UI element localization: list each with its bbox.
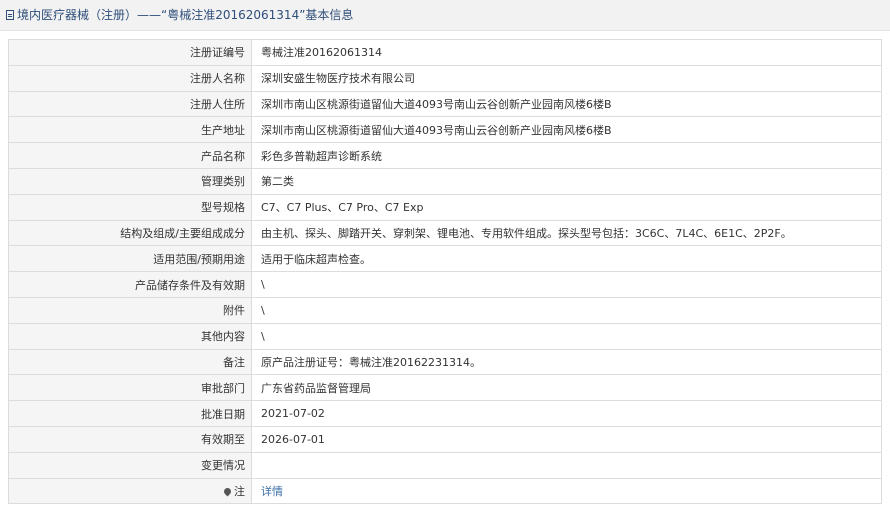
field-label: 注册人名称 [8, 64, 252, 92]
table-row: 变更情况 [8, 451, 882, 479]
table-row: 注册人名称 深圳安盛生物医疗技术有限公司 [8, 64, 882, 92]
field-value: 由主机、探头、脚踏开关、穿刺架、锂电池、专用软件组成。探头型号包括：3C6C、7… [251, 219, 882, 247]
info-table: 注册证编号 粤械注准20162061314 注册人名称 深圳安盛生物医疗技术有限… [8, 39, 882, 505]
table-row: 管理类别 第二类 [8, 167, 882, 195]
field-value: C7、C7 Plus、C7 Pro、C7 Exp [251, 193, 882, 221]
field-label: 结构及组成/主要组成成分 [8, 219, 252, 247]
table-row: 备注 原产品注册证号：粤械注准20162231314。 [8, 348, 882, 376]
field-label: 产品储存条件及有效期 [8, 271, 252, 298]
field-label: 有效期至 [8, 425, 252, 453]
table-row-note: 注 详情 [8, 477, 882, 505]
document-icon [6, 10, 14, 20]
field-label: 生产地址 [8, 116, 252, 144]
field-value: \ [251, 271, 882, 298]
field-value: 深圳市南山区桃源街道留仙大道4093号南山云谷创新产业园南风楼6楼B [251, 116, 882, 144]
table-row: 注册人住所 深圳市南山区桃源街道留仙大道4093号南山云谷创新产业园南风楼6楼B [8, 90, 882, 118]
table-row: 结构及组成/主要组成成分 由主机、探头、脚踏开关、穿刺架、锂电池、专用软件组成。… [8, 219, 882, 247]
field-value: 第二类 [251, 167, 882, 195]
field-label: 变更情况 [8, 451, 252, 479]
field-value: 粤械注准20162061314 [251, 39, 882, 66]
field-value: 原产品注册证号：粤械注准20162231314。 [251, 348, 882, 376]
pin-icon [222, 486, 233, 497]
field-label: 审批部门 [8, 374, 252, 402]
field-label: 批准日期 [8, 400, 252, 427]
field-label: 适用范围/预期用途 [8, 245, 252, 273]
field-label: 其他内容 [8, 322, 252, 350]
field-value [251, 451, 882, 479]
field-label: 注册证编号 [8, 39, 252, 66]
field-value: \ [251, 296, 882, 324]
table-row: 其他内容 \ [8, 322, 882, 350]
table-row: 注册证编号 粤械注准20162061314 [8, 39, 882, 66]
note-label-cell: 注 [8, 477, 252, 505]
page-title: 境内医疗器械（注册）——“粤械注准20162061314”基本信息 [17, 8, 354, 22]
field-value: 2026-07-01 [251, 425, 882, 453]
table-row: 附件 \ [8, 296, 882, 324]
detail-link[interactable]: 详情 [261, 485, 283, 498]
note-value-cell: 详情 [251, 477, 882, 505]
field-value: 适用于临床超声检查。 [251, 245, 882, 273]
table-row: 产品名称 彩色多普勒超声诊断系统 [8, 142, 882, 169]
field-value: 深圳市南山区桃源街道留仙大道4093号南山云谷创新产业园南风楼6楼B [251, 90, 882, 118]
field-label: 附件 [8, 296, 252, 324]
note-label: 注 [234, 484, 245, 498]
table-row: 型号规格 C7、C7 Plus、C7 Pro、C7 Exp [8, 193, 882, 221]
field-label: 型号规格 [8, 193, 252, 221]
table-row: 产品储存条件及有效期 \ [8, 271, 882, 298]
field-label: 注册人住所 [8, 90, 252, 118]
field-label: 管理类别 [8, 167, 252, 195]
field-label: 产品名称 [8, 142, 252, 169]
field-value: 深圳安盛生物医疗技术有限公司 [251, 64, 882, 92]
field-value: 广东省药品监督管理局 [251, 374, 882, 402]
table-row: 批准日期 2021-07-02 [8, 400, 882, 427]
table-row: 适用范围/预期用途 适用于临床超声检查。 [8, 245, 882, 273]
page-title-bar: 境内医疗器械（注册）——“粤械注准20162061314”基本信息 [0, 0, 890, 31]
table-row: 有效期至 2026-07-01 [8, 425, 882, 453]
field-label: 备注 [8, 348, 252, 376]
field-value: \ [251, 322, 882, 350]
table-row: 生产地址 深圳市南山区桃源街道留仙大道4093号南山云谷创新产业园南风楼6楼B [8, 116, 882, 144]
table-row: 审批部门 广东省药品监督管理局 [8, 374, 882, 402]
field-value: 彩色多普勒超声诊断系统 [251, 142, 882, 169]
field-value: 2021-07-02 [251, 400, 882, 427]
